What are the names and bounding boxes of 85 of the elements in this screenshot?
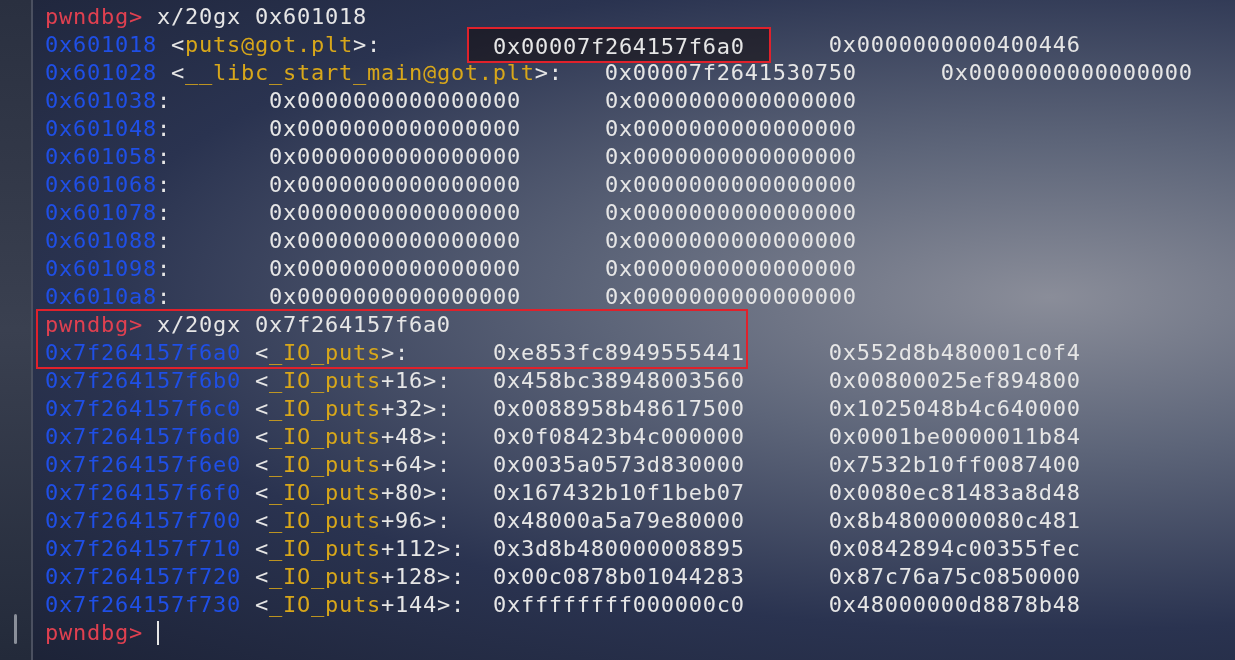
memory-value: 0x0000000000000000: [604, 255, 857, 283]
memory-value: 0x0000000000000000: [940, 59, 1193, 87]
memory-address: 0x7f264157f6d0: [45, 423, 241, 451]
memory-address: 0x7f264157f6c0: [45, 395, 241, 423]
memory-value: 0x0000000000000000: [268, 255, 521, 283]
memory-address: 0x601078: [45, 199, 157, 227]
memory-value: 0x0000000000000000: [604, 283, 857, 311]
memory-value: 0x0000000000000000: [268, 143, 521, 171]
memory-address: 0x7f264157f6e0: [45, 451, 241, 479]
memory-value: 0x0035a0573d830000: [492, 451, 745, 479]
memory-value: 0x0f08423b4c000000: [492, 423, 745, 451]
memory-value: 0x0000000000000000: [268, 199, 521, 227]
address-colon: :: [156, 199, 171, 227]
memory-address: 0x601058: [45, 143, 157, 171]
symbol-label: <_IO_puts+64>:: [254, 451, 451, 479]
memory-value: 0x0080ec81483a8d48: [828, 479, 1081, 507]
memory-address: 0x7f264157f6a0: [45, 339, 241, 367]
memory-value: 0xffffffff000000c0: [492, 591, 745, 619]
memory-address: 0x7f264157f730: [45, 591, 241, 619]
memory-value: 0x87c76a75c0850000: [828, 563, 1081, 591]
memory-address: 0x6010a8: [45, 283, 157, 311]
memory-value: 0x00800025ef894800: [828, 367, 1081, 395]
memory-value: 0x0000000000400446: [828, 31, 1081, 59]
prompt: pwndbg>: [45, 311, 143, 339]
symbol-label: <puts@got.plt>:: [170, 31, 381, 59]
address-colon: :: [156, 227, 171, 255]
memory-value: 0x0000000000000000: [604, 87, 857, 115]
memory-address: 0x601068: [45, 171, 157, 199]
command-text: x/20gx 0x7f264157f6a0: [156, 311, 451, 339]
address-colon: :: [156, 115, 171, 143]
memory-value: 0x0000000000000000: [268, 87, 521, 115]
memory-value: 0xe853fc8949555441: [492, 339, 745, 367]
address-colon: :: [156, 87, 171, 115]
memory-value: 0x167432b10f1beb07: [492, 479, 745, 507]
memory-value: 0x0000000000000000: [604, 115, 857, 143]
memory-value: 0x0088958b48617500: [492, 395, 745, 423]
address-colon: :: [156, 283, 171, 311]
memory-value: 0x0000000000000000: [268, 283, 521, 311]
address-colon: :: [156, 255, 171, 283]
memory-value: 0x0000000000000000: [604, 143, 857, 171]
symbol-label: <_IO_puts+96>:: [254, 507, 451, 535]
memory-value: 0x0000000000000000: [268, 115, 521, 143]
memory-address: 0x601098: [45, 255, 157, 283]
memory-address: 0x601038: [45, 87, 157, 115]
memory-address: 0x601048: [45, 115, 157, 143]
symbol-label: <_IO_puts+112>:: [254, 535, 465, 563]
memory-value: 0x0000000000000000: [268, 227, 521, 255]
memory-value: 0x7532b10ff0087400: [828, 451, 1081, 479]
memory-value: 0x0000000000000000: [604, 199, 857, 227]
address-colon: :: [156, 171, 171, 199]
memory-address: 0x601088: [45, 227, 157, 255]
memory-value: 0x8b4800000080c481: [828, 507, 1081, 535]
memory-value: 0x0000000000000000: [604, 171, 857, 199]
memory-value: 0x552d8b480001c0f4: [828, 339, 1081, 367]
memory-value: 0x0842894c00355fec: [828, 535, 1081, 563]
memory-address: 0x7f264157f720: [45, 563, 241, 591]
memory-value: 0x48000a5a79e80000: [492, 507, 745, 535]
memory-address: 0x601018: [45, 31, 157, 59]
prompt: pwndbg>: [45, 619, 143, 647]
scroll-handle[interactable]: [14, 614, 17, 644]
symbol-label: <_IO_puts+48>:: [254, 423, 451, 451]
address-colon: :: [156, 143, 171, 171]
memory-value: 0x0000000000000000: [604, 227, 857, 255]
symbol-label: <_IO_puts+144>:: [254, 591, 465, 619]
memory-value: 0x1025048b4c640000: [828, 395, 1081, 423]
memory-value: 0x458bc38948003560: [492, 367, 745, 395]
memory-value: 0x00c0878b01044283: [492, 563, 745, 591]
symbol-label: <_IO_puts+32>:: [254, 395, 451, 423]
memory-address: 0x7f264157f6f0: [45, 479, 241, 507]
symbol-label: <_IO_puts+80>:: [254, 479, 451, 507]
symbol-label: <_IO_puts+16>:: [254, 367, 451, 395]
symbol-label: <_IO_puts>:: [254, 339, 409, 367]
memory-value: 0x3d8b480000008895: [492, 535, 745, 563]
command-text: x/20gx 0x601018: [156, 3, 367, 31]
memory-value: 0x48000000d8878b48: [828, 591, 1081, 619]
memory-address: 0x7f264157f700: [45, 507, 241, 535]
memory-address: 0x7f264157f710: [45, 535, 241, 563]
text-cursor: [156, 621, 159, 645]
symbol-label: <_IO_puts+128>:: [254, 563, 465, 591]
memory-value: 0x0001be0000011b84: [828, 423, 1081, 451]
memory-address: 0x7f264157f6b0: [45, 367, 241, 395]
memory-value: 0x0000000000000000: [268, 171, 521, 199]
prompt: pwndbg>: [45, 3, 143, 31]
memory-value: 0x00007f264157f6a0: [466, 27, 771, 63]
memory-address: 0x601028: [45, 59, 157, 87]
